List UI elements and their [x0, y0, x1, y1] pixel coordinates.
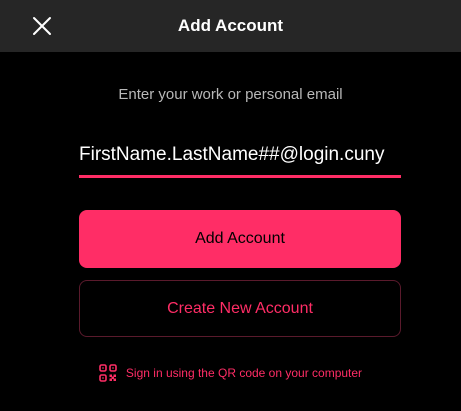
email-prompt: Enter your work or personal email	[118, 86, 343, 103]
app-header: Add Account	[0, 0, 461, 52]
add-account-button[interactable]: Add Account	[79, 210, 401, 268]
qr-sign-in-label: Sign in using the QR code on your comput…	[125, 366, 363, 380]
email-field[interactable]	[79, 134, 401, 178]
page-title: Add Account	[177, 16, 284, 35]
qr-code-icon	[99, 364, 117, 382]
create-new-account-button[interactable]: Create New Account	[79, 280, 401, 337]
qr-sign-in-link[interactable]: Sign in using the QR code on your comput…	[0, 364, 461, 382]
add-account-form: Enter your work or personal email Add Ac…	[0, 52, 461, 411]
create-new-account-button-label: Create New Account	[167, 299, 313, 317]
add-account-button-label: Add Account	[195, 230, 285, 247]
